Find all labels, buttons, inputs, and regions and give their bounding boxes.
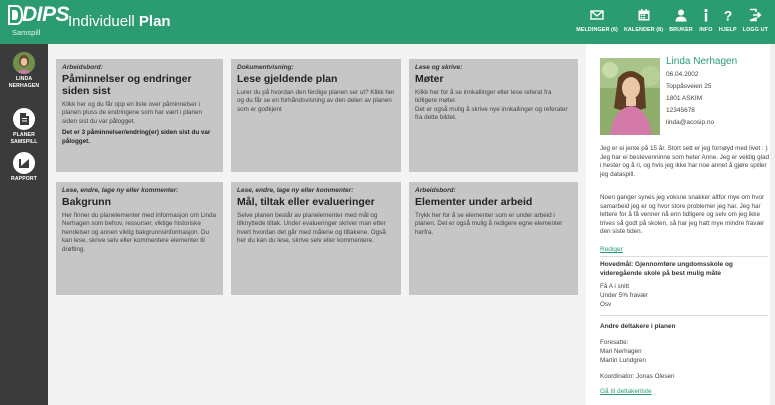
scrollbar[interactable] xyxy=(770,44,775,405)
nav-logout-label: LOGG UT xyxy=(742,27,768,33)
profile-email: linda@acosip.no xyxy=(666,119,715,126)
sidebar-plans-label-1: PLANER xyxy=(13,132,35,138)
nav-help-label: HJELP xyxy=(718,27,737,33)
app-title-bold: Plan xyxy=(138,13,171,30)
nav-messages[interactable]: MELDINGER (6) xyxy=(573,0,621,44)
profile-street: Toppåsveien 25 xyxy=(666,83,712,90)
card-body: Selve planen består av planelementer med… xyxy=(237,212,386,245)
chart-icon xyxy=(19,159,29,168)
participant-item: Martin Lundgren xyxy=(600,357,646,364)
card-title: Lese gjeldende plan xyxy=(237,73,338,85)
card-goals[interactable]: Lese, endre, lage ny eller kommenter: Må… xyxy=(231,182,401,295)
goal-item: Osv xyxy=(600,301,612,308)
participants-list-link[interactable]: Gå til deltakerliste xyxy=(600,388,652,395)
nav-messages-label: MELDINGER (6) xyxy=(576,27,618,33)
card-read-plan[interactable]: Dokumentvisning: Lese gjeldende plan Lur… xyxy=(231,59,401,172)
help-icon: ? xyxy=(724,8,733,22)
top-bar: DIPS Samspill Individuell Plan MELDINGER… xyxy=(0,0,775,44)
nav-help[interactable]: ? HJELP xyxy=(716,0,740,44)
card-in-progress[interactable]: Arbeidsbord: Elementer under arbeid Tryk… xyxy=(409,182,578,295)
sidebar-profile-label-2: NERHAGEN xyxy=(8,82,40,89)
card-body: Trykk her for å se elementer som er unde… xyxy=(415,212,563,236)
card-body: Klikk her for å se innkallinger eller le… xyxy=(415,89,568,122)
nav-info[interactable]: INFO xyxy=(696,0,716,44)
sidebar-item-profile[interactable]: LINDA NERHAGEN xyxy=(0,52,48,89)
card-body: Lurer du på hvordan den ferdige planen s… xyxy=(237,89,395,113)
info-icon xyxy=(704,8,708,22)
goal-item: Få A i snitt xyxy=(600,283,630,290)
nav-user-label: BRUKER xyxy=(669,27,693,33)
calendar-icon xyxy=(638,9,650,21)
logo-mark-icon xyxy=(8,5,23,25)
profile-phone: 12345678 xyxy=(666,107,695,114)
card-reminders[interactable]: Arbeidsbord: Påminnelser og endringer si… xyxy=(56,59,223,172)
document-icon xyxy=(20,113,29,125)
left-sidebar: LINDA NERHAGEN PLANER SAMSPILL RAPPORT xyxy=(0,44,48,405)
sidebar-item-report[interactable]: RAPPORT xyxy=(0,152,48,183)
goal-item: Under 5% fravær xyxy=(600,292,648,299)
profile-city: 1801 ASKIM xyxy=(666,95,703,102)
card-type: Arbeidsbord: xyxy=(62,64,103,71)
profile-about-2: Noen ganger synes jeg voksne snakker alt… xyxy=(600,194,765,236)
card-type: Arbeidsbord: xyxy=(415,187,456,194)
card-type: Dokumentvisning: xyxy=(237,64,294,71)
coordinator: Koordinator: Jonas Olesen xyxy=(600,373,675,380)
document-icon-circle xyxy=(13,108,35,130)
logout-icon xyxy=(750,8,762,22)
chart-icon-circle xyxy=(13,152,35,174)
profile-about-1: Jeg er ei jente på 15 år. Stort sett er … xyxy=(600,145,770,178)
user-icon xyxy=(675,9,687,22)
sidebar-report-label-1: RAPPORT xyxy=(10,176,38,182)
card-body: Her finner du planelementer med informas… xyxy=(62,212,217,253)
edit-profile-link[interactable]: Rediger xyxy=(600,246,623,253)
card-title: Møter xyxy=(415,73,444,85)
sidebar-plans-label-2: SAMSPILL xyxy=(10,138,38,145)
divider xyxy=(600,256,768,257)
sidebar-item-plans[interactable]: PLANER SAMSPILL xyxy=(0,108,48,145)
participants-heading: Andre deltakere i planen xyxy=(600,323,676,330)
card-title: Elementer under arbeid xyxy=(415,196,533,208)
card-title: Påminnelser og endringer siden sist xyxy=(62,73,192,97)
card-extra: Det er 3 påminnelser/endring(er) siden s… xyxy=(62,129,211,145)
app-title: Individuell Plan xyxy=(68,13,171,30)
profile-photo xyxy=(600,58,660,135)
card-title: Mål, tiltak eller evalueringer xyxy=(237,196,375,208)
divider xyxy=(600,315,768,316)
avatar-icon xyxy=(13,52,35,74)
nav-logout[interactable]: LOGG UT xyxy=(740,0,771,44)
card-background[interactable]: Lese, endre, lage ny eller kommenter: Ba… xyxy=(56,182,223,295)
main-goal-heading: Hovedmål: Gjennomføre ungdomsskole og vi… xyxy=(600,261,733,277)
avatar xyxy=(13,52,35,74)
participant-item: Foresatte: xyxy=(600,339,629,346)
card-title: Bakgrunn xyxy=(62,196,112,208)
sidebar-profile-label: LINDA NERHAGEN xyxy=(9,76,40,89)
nav-calendar-label: KALENDER (8) xyxy=(623,27,664,33)
participant-item: Mari Nerhagen xyxy=(600,348,642,355)
profile-photo-image xyxy=(600,58,660,135)
profile-name: Linda Nerhagen xyxy=(666,56,738,67)
logo-text: DIPS xyxy=(22,3,70,26)
sidebar-plans-label: PLANER SAMSPILL xyxy=(10,132,37,145)
app-title-prefix: Individuell xyxy=(68,13,135,30)
logo-subtitle: Samspill xyxy=(12,28,41,37)
card-type: Lese og skrive: xyxy=(415,64,463,71)
mail-icon xyxy=(590,10,604,20)
dips-logo[interactable]: DIPS Samspill xyxy=(4,3,70,41)
nav-info-label: INFO xyxy=(699,27,713,33)
profile-birthdate: 06.04.2002 xyxy=(666,71,699,78)
card-type: Lese, endre, lage ny eller kommenter: xyxy=(237,187,354,194)
card-meetings[interactable]: Lese og skrive: Møter Klikk her for å se… xyxy=(409,59,578,172)
card-type: Lese, endre, lage ny eller kommenter: xyxy=(62,187,179,194)
sidebar-report-label: RAPPORT xyxy=(11,176,37,183)
nav-user[interactable]: BRUKER xyxy=(666,0,696,44)
card-body: Klikk her og du får opp en liste over på… xyxy=(62,101,203,125)
svg-text:?: ? xyxy=(724,8,733,22)
top-nav: MELDINGER (6) KALENDER (8) BRUKER INFO ?… xyxy=(573,0,771,44)
nav-calendar[interactable]: KALENDER (8) xyxy=(621,0,666,44)
